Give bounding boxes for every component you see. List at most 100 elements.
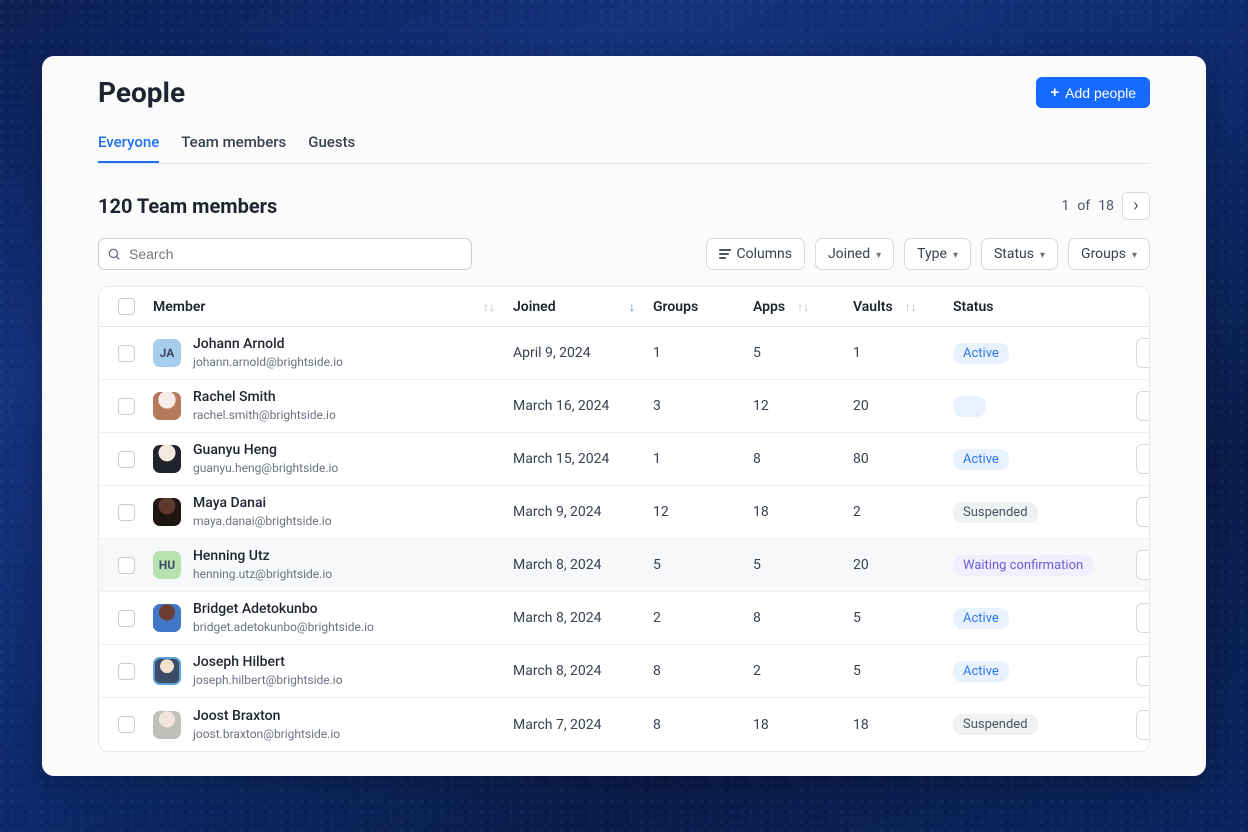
member-name: Maya Danai — [193, 495, 332, 512]
cell-status: Suspended — [953, 502, 1129, 523]
cell-status: Active — [953, 608, 1129, 629]
th-groups[interactable]: Groups — [653, 299, 753, 315]
columns-button[interactable]: Columns — [706, 238, 805, 270]
more-icon — [1144, 610, 1150, 626]
filter-type-label: Type — [917, 246, 947, 262]
filter-status[interactable]: Status — [981, 238, 1058, 270]
row-actions-button[interactable] — [1136, 444, 1150, 474]
table-body: JAJohann Arnoldjohann.arnold@brightside.… — [99, 327, 1149, 751]
member-cell[interactable]: HUHenning Utzhenning.utz@brightside.io — [153, 548, 513, 581]
more-icon — [1144, 557, 1150, 573]
row-actions-button[interactable] — [1136, 550, 1150, 580]
th-status[interactable]: Status — [953, 299, 1129, 315]
member-cell[interactable]: Maya Danai maya.danai@brightside.io — [153, 495, 513, 528]
avatar — [153, 657, 181, 685]
select-all-checkbox[interactable] — [118, 298, 135, 315]
table-header: Member ↑↓ Joined ↓ Groups Apps ↑↓ Vaults… — [99, 287, 1149, 327]
cell-joined: March 8, 2024 — [513, 663, 653, 679]
member-cell[interactable]: Bridget Adetokunbobridget.adetokunbo@bri… — [153, 601, 513, 634]
cell-vaults: 5 — [853, 610, 953, 626]
table-row: HUHenning Utzhenning.utz@brightside.ioMa… — [99, 539, 1149, 592]
cell-joined: March 7, 2024 — [513, 717, 653, 733]
status-badge: Waiting confirmation — [953, 555, 1093, 576]
chevron-down-icon — [1040, 246, 1045, 262]
filter-joined[interactable]: Joined — [815, 238, 894, 270]
status-badge: Active — [953, 449, 1009, 470]
member-email: henning.utz@brightside.io — [193, 567, 332, 581]
cell-vaults: 18 — [853, 717, 953, 733]
status-badge: Active — [953, 608, 1009, 629]
member-cell[interactable]: Joseph Hilbertjoseph.hilbert@brightside.… — [153, 654, 513, 687]
row-actions-button[interactable] — [1136, 391, 1150, 421]
row-checkbox[interactable] — [118, 398, 135, 415]
member-name: Johann Arnold — [193, 336, 343, 353]
table-row: Joost Braxtonjoost.braxton@brightside.io… — [99, 698, 1149, 751]
cell-vaults: 20 — [853, 557, 953, 573]
avatar — [153, 604, 181, 632]
cell-groups: 1 — [653, 451, 753, 467]
cell-apps: 8 — [753, 451, 853, 467]
row-actions-button[interactable] — [1136, 603, 1150, 633]
th-joined[interactable]: Joined ↓ — [513, 299, 653, 315]
chevron-down-icon — [876, 246, 881, 262]
member-cell[interactable]: Guanyu Hengguanyu.heng@brightside.io — [153, 442, 513, 475]
table-row: Guanyu Hengguanyu.heng@brightside.ioMarc… — [99, 433, 1149, 486]
row-actions-button[interactable] — [1136, 656, 1150, 686]
member-name: Henning Utz — [193, 548, 332, 565]
tab-guests[interactable]: Guests — [308, 133, 355, 163]
cell-status: Active — [953, 449, 1129, 470]
th-groups-label: Groups — [653, 299, 698, 315]
cell-groups: 2 — [653, 610, 753, 626]
pager-next-button[interactable] — [1122, 192, 1150, 220]
cell-groups: 3 — [653, 398, 753, 414]
row-actions-button[interactable] — [1136, 338, 1150, 368]
th-checkbox — [99, 298, 153, 315]
cell-apps: 5 — [753, 345, 853, 361]
member-email: joseph.hilbert@brightside.io — [193, 673, 343, 687]
filter-groups[interactable]: Groups — [1068, 238, 1150, 270]
search-input[interactable] — [98, 238, 472, 270]
cell-status: Active — [953, 661, 1129, 682]
row-checkbox[interactable] — [118, 557, 135, 574]
member-email: rachel.smith@brightside.io — [193, 408, 336, 422]
member-email: maya.danai@brightside.io — [193, 514, 332, 528]
table-row: Maya Danaimaya.danai@brightside.ioMarch … — [99, 486, 1149, 539]
filter-status-label: Status — [994, 246, 1034, 262]
th-apps[interactable]: Apps ↑↓ — [753, 299, 853, 315]
cell-vaults: 20 — [853, 398, 953, 414]
row-checkbox[interactable] — [118, 504, 135, 521]
pager: 1 of 18 — [1062, 192, 1150, 220]
row-checkbox[interactable] — [118, 610, 135, 627]
member-email: guanyu.heng@brightside.io — [193, 461, 338, 475]
controls-row: Columns Joined Type Status Groups — [98, 238, 1150, 270]
member-cell[interactable]: JAJohann Arnoldjohann.arnold@brightside.… — [153, 336, 513, 369]
tab-everyone[interactable]: Everyone — [98, 133, 159, 163]
columns-label: Columns — [737, 246, 792, 262]
th-member[interactable]: Member ↑↓ — [153, 299, 513, 315]
member-cell[interactable]: Joost Braxtonjoost.braxton@brightside.io — [153, 708, 513, 741]
cell-groups: 8 — [653, 663, 753, 679]
member-count: 120 Team members — [98, 194, 277, 218]
columns-icon — [719, 249, 731, 259]
cell-groups: 12 — [653, 504, 753, 520]
cell-status: Suspended — [953, 714, 1129, 735]
row-checkbox[interactable] — [118, 345, 135, 362]
page-title: People — [98, 76, 185, 109]
th-vaults[interactable]: Vaults ↑↓ — [853, 299, 953, 315]
tab-team-members[interactable]: Team members — [181, 133, 286, 163]
row-actions-button[interactable] — [1136, 497, 1150, 527]
cell-apps: 18 — [753, 717, 853, 733]
cell-joined: March 16, 2024 — [513, 398, 653, 414]
add-people-button[interactable]: Add people — [1036, 77, 1150, 108]
row-checkbox[interactable] — [118, 451, 135, 468]
people-card: People Add people Everyone Team members Gu… — [42, 56, 1206, 776]
table-row: Rachel Smithrachel.smith@brightside.ioMa… — [99, 380, 1149, 433]
row-actions-button[interactable] — [1136, 710, 1150, 740]
member-cell[interactable]: Rachel Smithrachel.smith@brightside.io — [153, 389, 513, 422]
sort-active-icon: ↓ — [629, 300, 635, 314]
row-checkbox[interactable] — [118, 716, 135, 733]
filter-type[interactable]: Type — [904, 238, 971, 270]
avatar — [153, 445, 181, 473]
search-icon — [107, 247, 121, 261]
row-checkbox[interactable] — [118, 663, 135, 680]
